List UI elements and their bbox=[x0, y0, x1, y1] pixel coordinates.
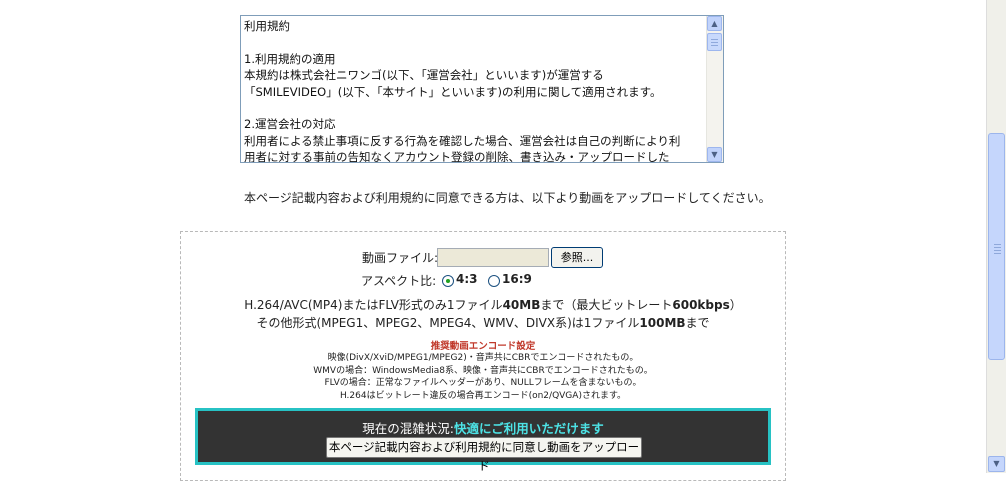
terms-line: 1.利用規約の適用 bbox=[244, 51, 336, 66]
aspect-4-3-radio[interactable] bbox=[442, 275, 454, 287]
status-panel: 現在の混雑状況:快適にご利用いただけます 本ページ記載内容および利用規約に同意し… bbox=[195, 408, 771, 473]
file-path-input[interactable] bbox=[437, 248, 549, 267]
aspect-label: アスペクト比: bbox=[361, 274, 437, 288]
terms-line: 本規約は株式会社ニワンゴ(以下、「運営会社」といいます)が運営する bbox=[244, 68, 604, 83]
terms-line: 利用者による禁止事項に反する行為を確認した場合、運営会社は自己の判断により利 bbox=[244, 133, 681, 148]
recommended-encode-line: 映像(DivX/XviD/MPEG1/MPEG2)・音声共にCBRでエンコードさ… bbox=[327, 353, 639, 363]
scroll-up-icon[interactable]: ▲ bbox=[707, 16, 722, 31]
page-scroll-thumb[interactable] bbox=[988, 133, 1005, 360]
terms-line: 用者に対する事前の告知なくアカウント登録の削除、書き込み・アップロードした bbox=[244, 150, 670, 163]
size-limit-line-2: その他形式(MPEG1、MPEG2、MPEG4、WMV、DIVX系)は1ファイル… bbox=[256, 316, 710, 330]
terms-text: 利用規約 1.利用規約の適用 本規約は株式会社ニワンゴ(以下、「運営会社」といい… bbox=[244, 18, 704, 163]
scroll-down-icon[interactable]: ▼ bbox=[988, 456, 1005, 472]
recommended-encode-line: FLVの場合：正常なファイルヘッダーがあり、NULLフレームを含まないもの。 bbox=[324, 378, 642, 388]
scroll-down-icon[interactable]: ▼ bbox=[707, 147, 722, 162]
congestion-status: 現在の混雑状況:快適にご利用いただけます bbox=[362, 421, 604, 436]
terms-line: 2.運営会社の対応 bbox=[244, 117, 336, 132]
browse-button[interactable]: 参照... bbox=[551, 247, 603, 268]
size-limit-line-1: H.264/AVC(MP4)またはFLV形式のみ1ファイル40MBまで（最大ビッ… bbox=[244, 298, 742, 312]
terms-scroll-thumb[interactable] bbox=[707, 33, 722, 51]
agreement-notice: 本ページ記載内容および利用規約に同意できる方は、以下より動画をアップロードしてく… bbox=[244, 191, 771, 205]
aspect-4-3-label[interactable]: 4:3 bbox=[456, 272, 478, 286]
congestion-status-value: 快適にご利用いただけます bbox=[453, 421, 604, 436]
agree-upload-button[interactable]: 本ページ記載内容および利用規約に同意し動画をアップロード bbox=[326, 437, 642, 473]
page-scrollbar[interactable]: ▼ bbox=[986, 0, 1006, 473]
file-label: 動画ファイル: bbox=[362, 251, 439, 265]
page: 利用規約 1.利用規約の適用 本規約は株式会社ニワンゴ(以下、「運営会社」といい… bbox=[0, 0, 986, 481]
aspect-16-9-label[interactable]: 16:9 bbox=[502, 272, 532, 286]
terms-textarea[interactable]: 利用規約 1.利用規約の適用 本規約は株式会社ニワンゴ(以下、「運営会社」といい… bbox=[240, 15, 724, 163]
terms-scrollbar[interactable]: ▲ ▼ bbox=[706, 16, 723, 162]
recommended-encode-line: H.264はビットレート違反の場合再エンコード(on2/QVGA)されます。 bbox=[339, 391, 627, 401]
terms-line: 「SMILEVIDEO」(以下、「本サイト」といいます)の利用に関して適用されま… bbox=[244, 84, 662, 99]
terms-line: 利用規約 bbox=[244, 19, 290, 33]
aspect-16-9-radio[interactable] bbox=[488, 275, 500, 287]
